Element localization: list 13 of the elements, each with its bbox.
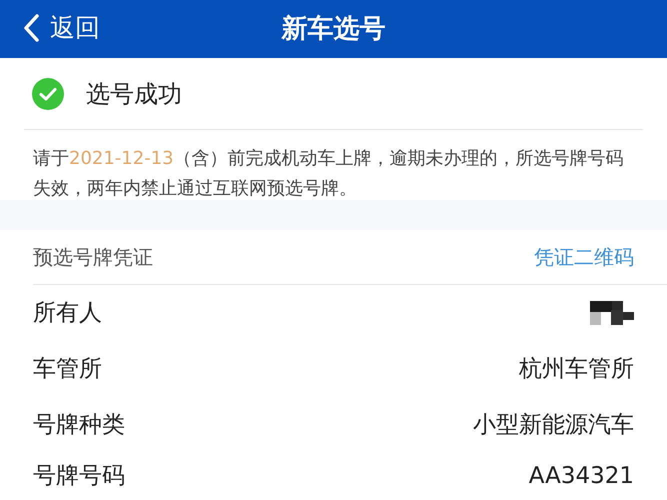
back-chevron-icon [22,12,40,43]
result-title: 选号成功 [86,78,182,110]
notice-text: 请于2021-12-13（含）前完成机动车上牌，逾期未办理的，所选号牌号码失效，两年内禁止通过互联网预选号牌。 [32,147,625,200]
field-label: 号牌号码 [33,462,125,492]
field-label: 车管所 [33,354,102,384]
back-button[interactable]: 返回 [18,7,104,48]
field-value: 小型新能源汽车 [473,410,634,440]
section-title: 预选号牌凭证 [33,244,153,271]
field-value: 杭州车管所 [519,354,634,384]
field-label: 所有人 [33,298,102,328]
field-label: 号牌种类 [33,410,125,440]
field-value: AA34321 [528,462,634,492]
page-title: 新车选号 [282,14,386,44]
